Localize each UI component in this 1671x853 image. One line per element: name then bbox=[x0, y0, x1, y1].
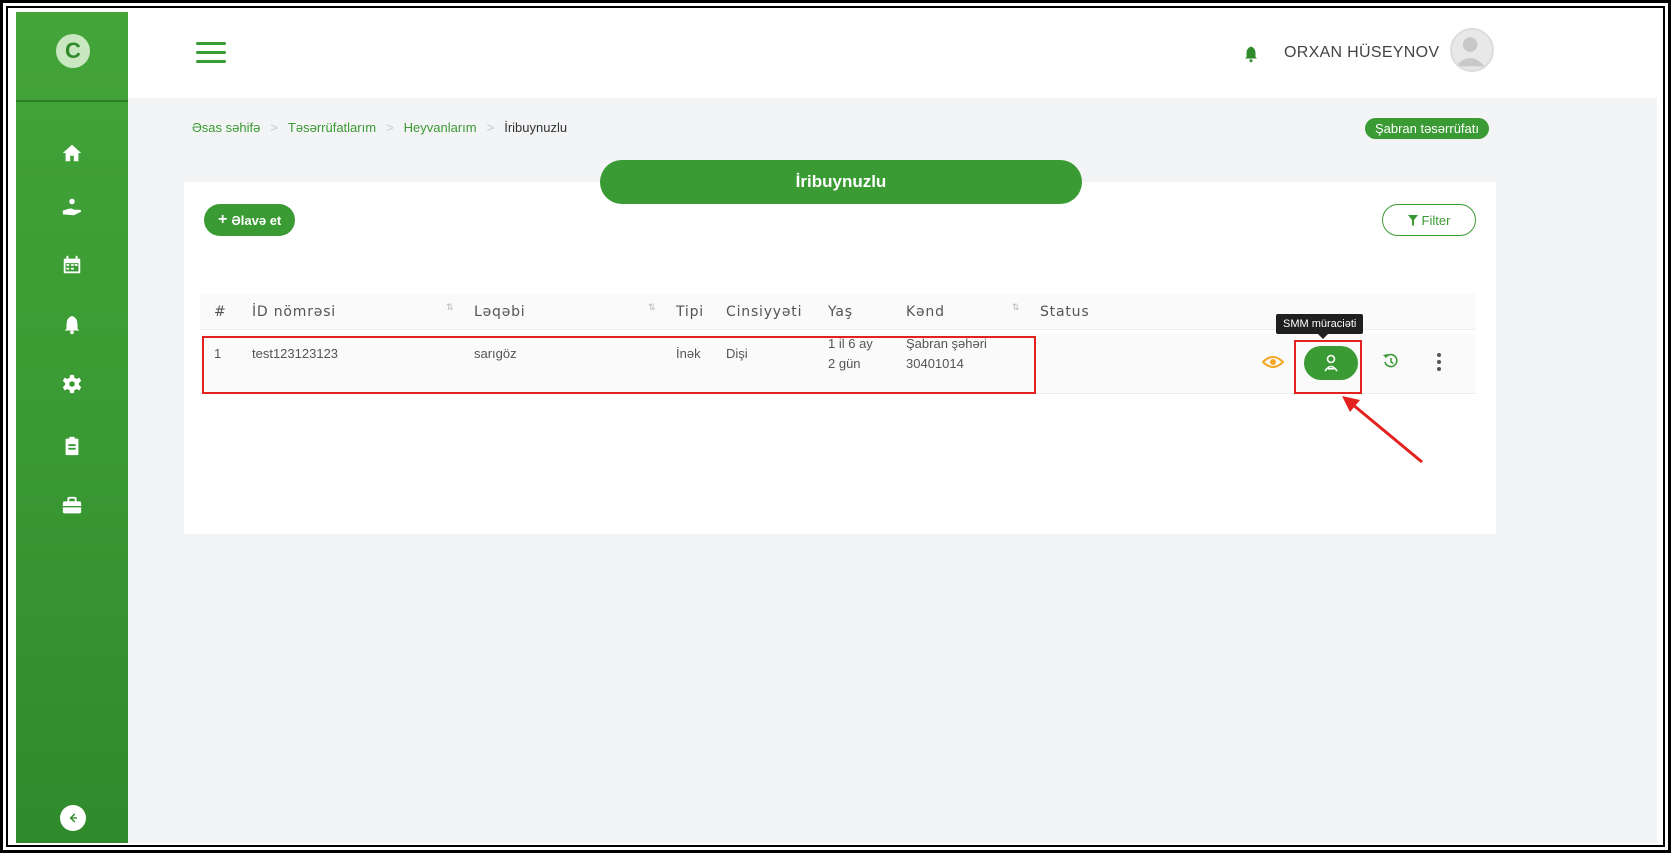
annotation-arrow bbox=[1342, 396, 1423, 464]
column-header-status: Status bbox=[1040, 304, 1090, 320]
filter-icon bbox=[1407, 214, 1418, 226]
sort-icon[interactable]: ⇅ bbox=[648, 302, 656, 313]
collapse-sidebar-button[interactable] bbox=[60, 805, 86, 831]
briefcase-icon[interactable] bbox=[58, 492, 86, 520]
arrow-left-icon bbox=[69, 813, 77, 823]
breadcrumb-separator: > bbox=[386, 120, 394, 135]
column-header-age: Yaş bbox=[828, 304, 853, 320]
hand-holding-icon[interactable] bbox=[58, 193, 86, 221]
page-title: İribuynuzlu bbox=[600, 160, 1082, 204]
breadcrumb-separator: > bbox=[270, 120, 278, 135]
sort-icon[interactable]: ⇅ bbox=[446, 302, 454, 313]
smm-button-highlight-box bbox=[1294, 340, 1362, 394]
clipboard-icon[interactable] bbox=[58, 432, 86, 460]
column-header-number: # bbox=[214, 304, 227, 320]
top-bar: ORXAN HÜSEYNOV bbox=[128, 12, 1657, 98]
sort-icon[interactable]: ⇅ bbox=[1012, 302, 1020, 313]
bell-icon[interactable] bbox=[58, 311, 86, 339]
breadcrumb-animals[interactable]: Heyvanlarım bbox=[404, 120, 477, 135]
view-icon[interactable] bbox=[1262, 354, 1284, 370]
column-header-id[interactable]: İD nömrəsi bbox=[252, 304, 336, 320]
row-highlight-box bbox=[202, 336, 1036, 394]
sidebar: C bbox=[16, 12, 128, 843]
column-header-type: Tipi bbox=[676, 304, 704, 320]
add-button-label: Əlavə et bbox=[231, 212, 282, 228]
plus-icon: + bbox=[218, 211, 228, 228]
filter-button[interactable]: Filter bbox=[1382, 204, 1476, 236]
menu-toggle-icon[interactable] bbox=[196, 42, 226, 64]
farm-badge[interactable]: Şabran təsərrüfatı bbox=[1364, 118, 1489, 139]
filter-button-label: Filter bbox=[1421, 212, 1451, 228]
smm-tooltip: SMM müraciəti bbox=[1276, 314, 1364, 339]
notification-bell-icon[interactable] bbox=[1242, 44, 1260, 64]
gear-icon[interactable] bbox=[58, 370, 86, 398]
user-name[interactable]: ORXAN HÜSEYNOV bbox=[1284, 44, 1439, 62]
breadcrumb-farms[interactable]: Təsərrüfatlarım bbox=[288, 120, 376, 135]
more-options-icon[interactable] bbox=[1436, 352, 1442, 372]
add-button[interactable]: + Əlavə et bbox=[204, 204, 296, 236]
breadcrumb-home[interactable]: Əsas səhifə bbox=[192, 120, 260, 135]
column-header-nickname[interactable]: Ləqəbi bbox=[474, 304, 526, 320]
sidebar-divider bbox=[16, 100, 128, 102]
main-content: Əsas səhifə > Təsərrüfatlarım > Heyvanla… bbox=[128, 98, 1657, 843]
calendar-icon[interactable] bbox=[58, 251, 86, 279]
breadcrumb-current: İribuynuzlu bbox=[504, 120, 568, 135]
column-header-gender: Cinsiyyəti bbox=[726, 304, 803, 320]
home-icon[interactable] bbox=[58, 139, 86, 167]
history-icon[interactable] bbox=[1382, 352, 1400, 370]
avatar[interactable] bbox=[1450, 28, 1494, 72]
app-logo[interactable]: C bbox=[56, 34, 90, 68]
breadcrumb-separator: > bbox=[486, 120, 495, 135]
column-header-village[interactable]: Kənd bbox=[906, 304, 945, 320]
breadcrumb: Əsas səhifə > Təsərrüfatlarım > Heyvanla… bbox=[192, 120, 567, 135]
